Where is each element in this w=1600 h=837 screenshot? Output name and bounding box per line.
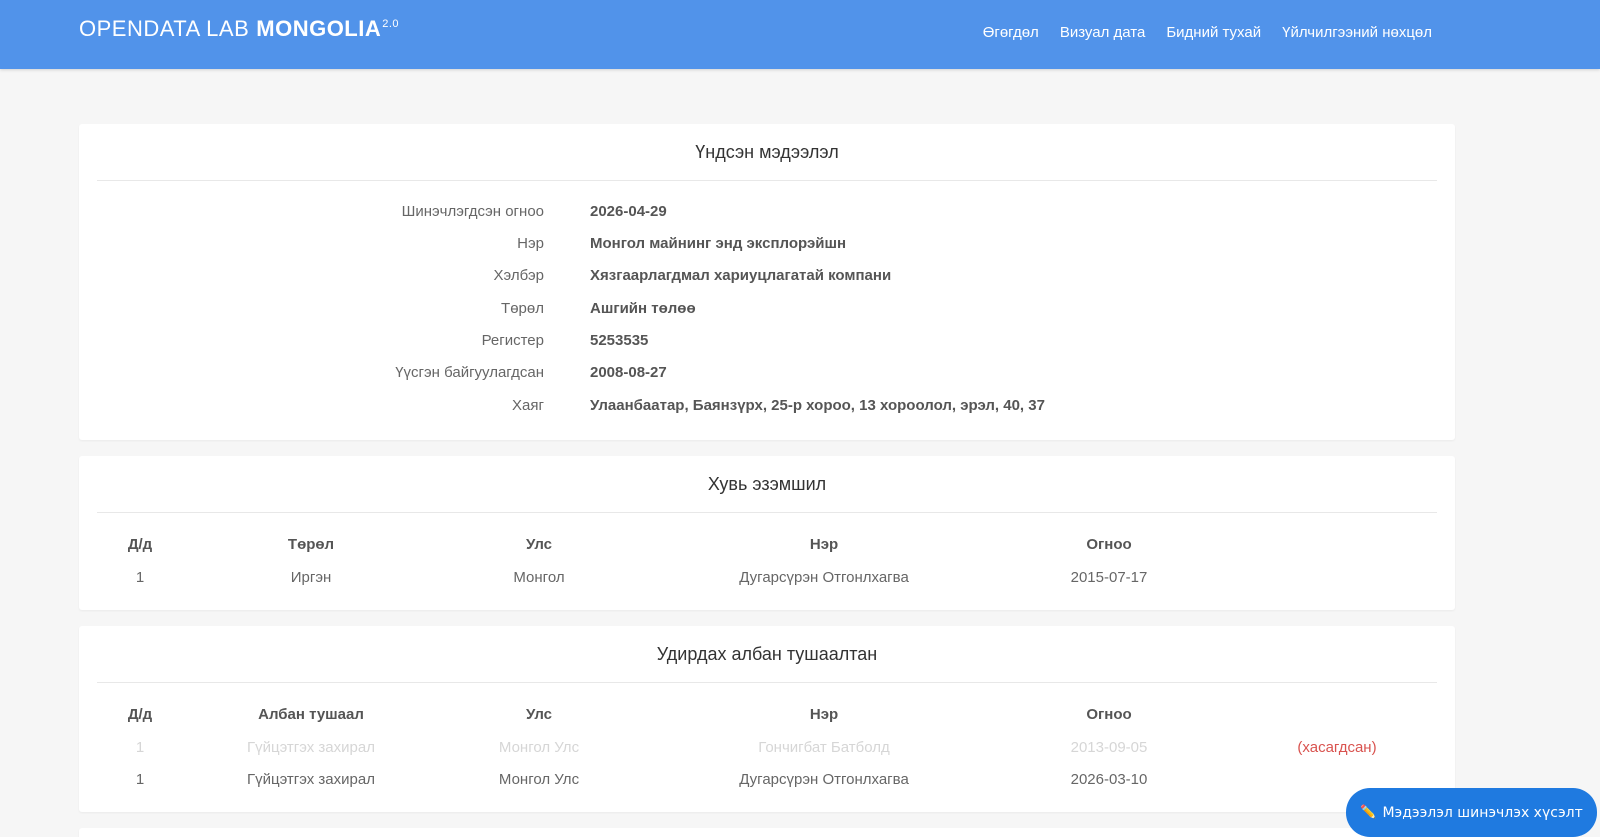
removed-badge: (хасагдсан) [1297,739,1377,756]
info-value: Хязгаарлагдмал хариуцлагатай компани [590,267,892,284]
info-label: Нэр [517,235,544,252]
column-header-date: Огноо [1086,536,1132,553]
info-label: Шинэчлэгдсэн огноо [401,203,544,220]
request-update-label: Мэдээлэл шинэчлэх хүсэлт [1382,804,1583,821]
info-label: Хаяг [512,397,544,414]
info-label: Регистер [481,332,544,349]
officials-title: Удирдах албан тушаалтан [97,626,1437,683]
cell-date: 2015-07-17 [1070,569,1148,586]
pencil-icon: ✏️ [1360,805,1377,820]
cell-name: Дугарсүрэн Отгонлхагва [739,569,909,586]
info-value: Монгол майнинг энд эксплорэйшн [590,235,847,252]
nav-link-data[interactable]: Өгөгдөл [983,24,1039,41]
brand-version: 2.0 [382,18,400,30]
cell-name: Дугарсүрэн Отгонлхагва [739,771,909,788]
info-value: Ашгийн төлөө [590,300,696,317]
info-label: Хэлбэр [493,267,544,284]
info-row-address: Хаяг Улаанбаатар, Баянзүрх, 25-р хороо, … [79,397,1455,417]
info-row-name: Нэр Монгол майнинг энд эксплорэйшн [79,235,1455,255]
nav-link-visual-data[interactable]: Визуал дата [1060,24,1146,41]
cell-country: Монгол Улс [498,771,580,788]
info-value: 2008-08-27 [590,364,667,381]
info-value: 5253535 [590,332,649,349]
nav-link-terms[interactable]: Үйлчилгээний нөхцөл [1282,24,1432,41]
top-navbar: OPENDATA LAB MONGOLIA 2.0 Өгөгдөл Визуал… [0,0,1600,69]
ownership-card: Хувь эзэмшил Д/д Төрөл Улс Нэр Огноо 1 И… [79,456,1455,610]
column-header-country: Улс [525,706,553,723]
nav-links: Өгөгдөл Визуал дата Бидний тухай Үйлчилг… [983,24,1432,41]
nav-link-about[interactable]: Бидний тухай [1166,24,1261,41]
brand-bold: MONGOLIA [256,16,382,41]
brand-light: OPENDATA LAB [79,16,250,41]
info-value: 2026-04-29 [590,203,667,220]
cell-date: 2026-03-10 [1070,771,1148,788]
brand-logo[interactable]: OPENDATA LAB MONGOLIA 2.0 [79,16,399,42]
info-row-register: Регистер 5253535 [79,332,1455,352]
info-label: Үүсгэн байгуулагдсан [395,364,544,381]
cell-country: Монгол [513,569,565,586]
info-row-form: Хэлбэр Хязгаарлагдмал хариуцлагатай комп… [79,267,1455,287]
officials-card: Удирдах албан тушаалтан Д/д Албан тушаал… [79,626,1455,812]
info-label: Төрөл [501,300,544,317]
column-header-name: Нэр [809,536,839,553]
cell-name: Гончигбат Батболд [758,739,890,756]
info-value: Улаанбаатар, Баянзүрх, 25-р хороо, 13 хо… [590,397,1045,414]
info-row-type: Төрөл Ашгийн төлөө [79,300,1455,320]
ownership-title: Хувь эзэмшил [97,456,1437,513]
info-row-updated: Шинэчлэгдсэн огноо 2026-04-29 [79,203,1455,223]
basic-info-card: Үндсэн мэдээлэл Шинэчлэгдсэн огноо 2026-… [79,124,1455,440]
info-row-founded: Үүсгэн байгуулагдсан 2008-08-27 [79,364,1455,384]
column-header-date: Огноо [1086,706,1132,723]
column-header-country: Улс [525,536,553,553]
request-update-button[interactable]: ✏️ Мэдээлэл шинэчлэх хүсэлт [1346,788,1597,837]
next-card [79,828,1455,837]
column-header-name: Нэр [809,706,839,723]
cell-country: Монгол Улс [498,739,580,756]
basic-info-title: Үндсэн мэдээлэл [97,124,1437,181]
